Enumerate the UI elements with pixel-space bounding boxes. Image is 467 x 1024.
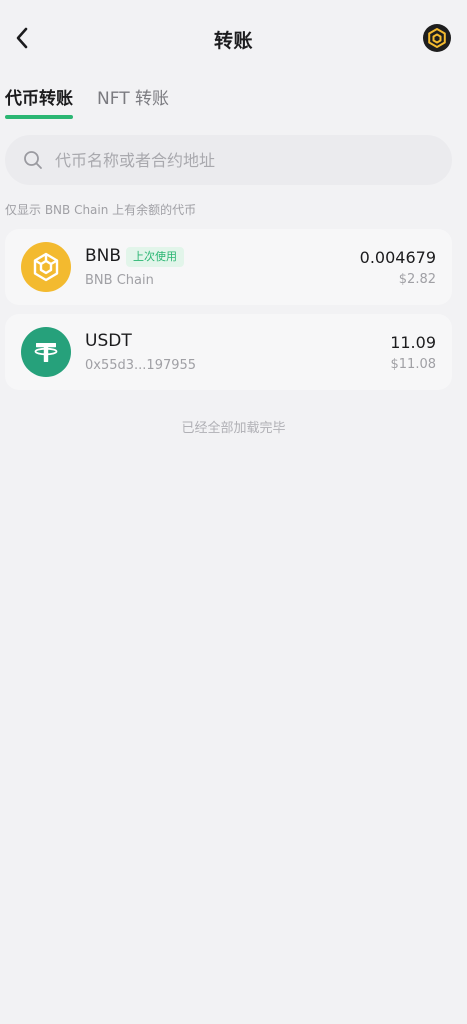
- last-used-badge: 上次使用: [126, 247, 184, 267]
- search-icon: [24, 151, 42, 169]
- tab-token-transfer[interactable]: 代币转账: [5, 84, 73, 109]
- page-title: 转账: [213, 30, 253, 52]
- token-usd-value: $11.08: [390, 357, 437, 372]
- token-usd-value: $2.82: [398, 272, 436, 287]
- token-network: BNB Chain: [85, 273, 154, 288]
- balance-hint: 仅显示 BNB Chain 上有余额的代币: [5, 203, 197, 217]
- token-row-bnb[interactable]: BNB 上次使用 BNB Chain 0.004679 $2.82: [5, 229, 452, 305]
- active-tab-indicator: [5, 115, 73, 119]
- token-balance: 11.09: [390, 333, 436, 352]
- token-symbol: USDT: [85, 331, 132, 351]
- token-symbol: BNB: [85, 246, 122, 266]
- bnb-token-icon: [21, 242, 71, 292]
- search-bar[interactable]: [5, 135, 452, 185]
- usdt-token-icon: [21, 327, 71, 377]
- bnb-chain-icon: [428, 28, 446, 48]
- header: 转账: [0, 0, 467, 76]
- token-row-usdt[interactable]: USDT 0x55d3...197955 11.09 $11.08: [5, 314, 452, 390]
- tab-nft-transfer[interactable]: NFT 转账: [97, 84, 169, 109]
- search-input[interactable]: [55, 150, 435, 170]
- chain-switch-button[interactable]: [423, 24, 451, 52]
- token-contract-address: 0x55d3...197955: [85, 358, 197, 373]
- token-balance: 0.004679: [359, 248, 436, 267]
- tab-bar: 代币转账 NFT 转账: [0, 76, 467, 122]
- all-loaded-note: 已经全部加载完毕: [181, 421, 286, 436]
